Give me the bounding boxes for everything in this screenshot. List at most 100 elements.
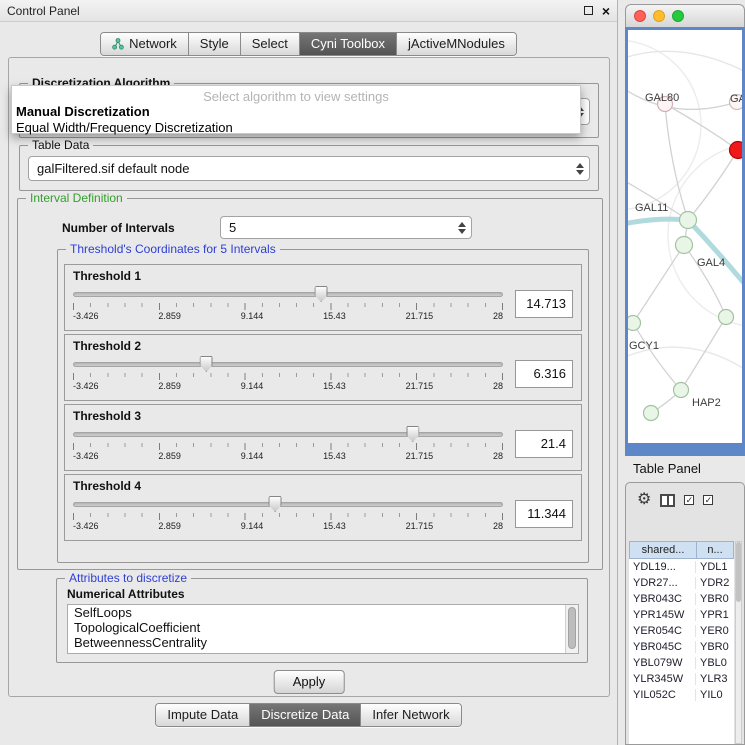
network-node <box>674 383 689 398</box>
network-node <box>628 316 641 331</box>
network-canvas-frame: GAL80 GA GAL11 GAL4 GCY1 HAP2 <box>625 27 745 456</box>
slider-track[interactable] <box>73 362 503 367</box>
columns-icon[interactable] <box>660 494 675 507</box>
slider-track[interactable] <box>73 292 503 297</box>
tab-label: Select <box>252 36 288 51</box>
threshold-2-value-field[interactable]: 6.316 <box>515 360 573 388</box>
close-icon[interactable]: × <box>602 6 610 16</box>
network-node <box>719 310 734 325</box>
scrollbar-thumb[interactable] <box>736 542 741 602</box>
cell-name[interactable]: YIL0 <box>696 689 734 701</box>
slider-track[interactable] <box>73 432 503 437</box>
network-node <box>644 406 659 421</box>
network-canvas[interactable]: GAL80 GA GAL11 GAL4 GCY1 HAP2 <box>628 30 742 443</box>
slider-thumb[interactable] <box>406 426 419 442</box>
table-row[interactable]: YDR27... YDR2 <box>629 575 734 591</box>
cyni-toolbox-panel: Discretization Algorithm Select algorith… <box>8 57 610 697</box>
zoom-traffic-light-icon[interactable] <box>672 10 684 22</box>
checkbox-icon[interactable]: ✓ <box>684 495 694 505</box>
threshold-2-slider: -3.426 2.859 9.144 15.43 21.715 28 <box>73 356 503 391</box>
tick-label: 28 <box>493 451 503 461</box>
cyni-bottom-tabbar: Impute Data Discretize Data Infer Networ… <box>0 703 617 727</box>
apply-button[interactable]: Apply <box>274 670 345 694</box>
tab-infer-network[interactable]: Infer Network <box>361 704 460 726</box>
table-row[interactable]: YER054C YER0 <box>629 623 734 639</box>
table-data-group: Table Data galFiltered.sif default node <box>19 145 599 191</box>
table-row[interactable]: YLR345W YLR3 <box>629 671 734 687</box>
cell-name[interactable]: YBL0 <box>696 657 734 669</box>
column-header-name[interactable]: n... <box>696 541 734 559</box>
table-row[interactable]: YBR045C YBR0 <box>629 639 734 655</box>
cell-shared-name[interactable]: YER054C <box>629 625 696 637</box>
table-data-select[interactable]: galFiltered.sif default node <box>28 156 590 181</box>
cell-shared-name[interactable]: YDR27... <box>629 577 696 589</box>
checkbox-icon[interactable]: ✓ <box>703 495 713 505</box>
slider-ticks <box>73 303 503 310</box>
tab-network[interactable]: Network <box>101 33 189 55</box>
float-window-icon[interactable] <box>584 6 593 15</box>
scrollbar-thumb[interactable] <box>568 607 576 649</box>
cell-shared-name[interactable]: YIL052C <box>629 689 696 701</box>
slider-thumb[interactable] <box>200 356 213 372</box>
network-node-selected <box>730 142 743 159</box>
node-label-gal4: GAL4 <box>697 257 725 269</box>
table-row[interactable]: YPR145W YPR1 <box>629 607 734 623</box>
threshold-2-box: Threshold 2 -3.426 2.859 <box>64 334 582 401</box>
number-of-intervals-spinner[interactable]: 5 <box>220 216 472 239</box>
table-row[interactable]: YBL079W YBL0 <box>629 655 734 671</box>
minimize-traffic-light-icon[interactable] <box>653 10 665 22</box>
cell-name[interactable]: YPR1 <box>696 609 734 621</box>
tab-discretize-data[interactable]: Discretize Data <box>250 704 361 726</box>
list-item[interactable]: SelfLoops <box>68 605 578 620</box>
list-item[interactable]: TopologicalCoefficient <box>68 620 578 635</box>
window-title: Control Panel <box>7 4 584 18</box>
slider-thumb[interactable] <box>315 286 328 302</box>
table-data-select-value: galFiltered.sif default node <box>29 161 571 176</box>
cell-name[interactable]: YDR2 <box>696 577 734 589</box>
threshold-3-value-field[interactable]: 21.4 <box>515 430 573 458</box>
cell-shared-name[interactable]: YBR043C <box>629 593 696 605</box>
slider-thumb[interactable] <box>269 496 282 512</box>
dropdown-option-equal-width-frequency[interactable]: Equal Width/Frequency Discretization <box>16 120 233 135</box>
list-item[interactable]: BetweennessCentrality <box>68 635 578 650</box>
network-icon <box>112 38 124 50</box>
threshold-4-value-field[interactable]: 11.344 <box>515 500 573 528</box>
list-scrollbar[interactable] <box>565 605 578 653</box>
tick-label: 28 <box>493 311 503 321</box>
cell-name[interactable]: YBR0 <box>696 593 734 605</box>
tab-cyni-toolbox[interactable]: Cyni Toolbox <box>300 33 397 55</box>
column-header-shared-name[interactable]: shared... <box>629 541 696 559</box>
control-panel-titlebar: Control Panel × <box>0 0 617 22</box>
tick-label: 9.144 <box>241 311 264 321</box>
tick-label: 9.144 <box>241 451 264 461</box>
tab-style[interactable]: Style <box>189 33 241 55</box>
gear-icon[interactable]: ⚙ <box>637 492 651 508</box>
cell-shared-name[interactable]: YBL079W <box>629 657 696 669</box>
combo-arrows-icon <box>571 163 589 175</box>
group-title: Interval Definition <box>26 191 127 205</box>
cell-shared-name[interactable]: YBR045C <box>629 641 696 653</box>
tick-label: 2.859 <box>158 451 181 461</box>
cell-name[interactable]: YBR0 <box>696 641 734 653</box>
table-row[interactable]: YDL19... YDL1 <box>629 559 734 575</box>
threshold-1-value-field[interactable]: 14.713 <box>515 290 573 318</box>
cell-shared-name[interactable]: YDL19... <box>629 561 696 573</box>
tab-jactivemnodules[interactable]: jActiveMNodules <box>397 33 516 55</box>
table-row[interactable]: YBR043C YBR0 <box>629 591 734 607</box>
tab-impute-data[interactable]: Impute Data <box>156 704 250 726</box>
cell-name[interactable]: YLR3 <box>696 673 734 685</box>
cell-name[interactable]: YER0 <box>696 625 734 637</box>
cell-shared-name[interactable]: YPR145W <box>629 609 696 621</box>
node-table: shared... n... YDL19... YDL1 YDR27... YD… <box>629 541 734 744</box>
tab-segment-group: Network Style Select Cyni Toolbox jActiv… <box>100 32 517 56</box>
slider-track[interactable] <box>73 502 503 507</box>
table-scrollbar[interactable] <box>735 541 742 744</box>
numerical-attributes-list[interactable]: SelfLoops TopologicalCoefficient Between… <box>67 604 579 654</box>
close-traffic-light-icon[interactable] <box>634 10 646 22</box>
tick-label: 21.715 <box>406 381 434 391</box>
cell-shared-name[interactable]: YLR345W <box>629 673 696 685</box>
cell-name[interactable]: YDL1 <box>696 561 734 573</box>
dropdown-option-manual-discretization[interactable]: Manual Discretization <box>16 104 150 119</box>
table-row[interactable]: YIL052C YIL0 <box>629 687 734 703</box>
tab-select[interactable]: Select <box>241 33 300 55</box>
